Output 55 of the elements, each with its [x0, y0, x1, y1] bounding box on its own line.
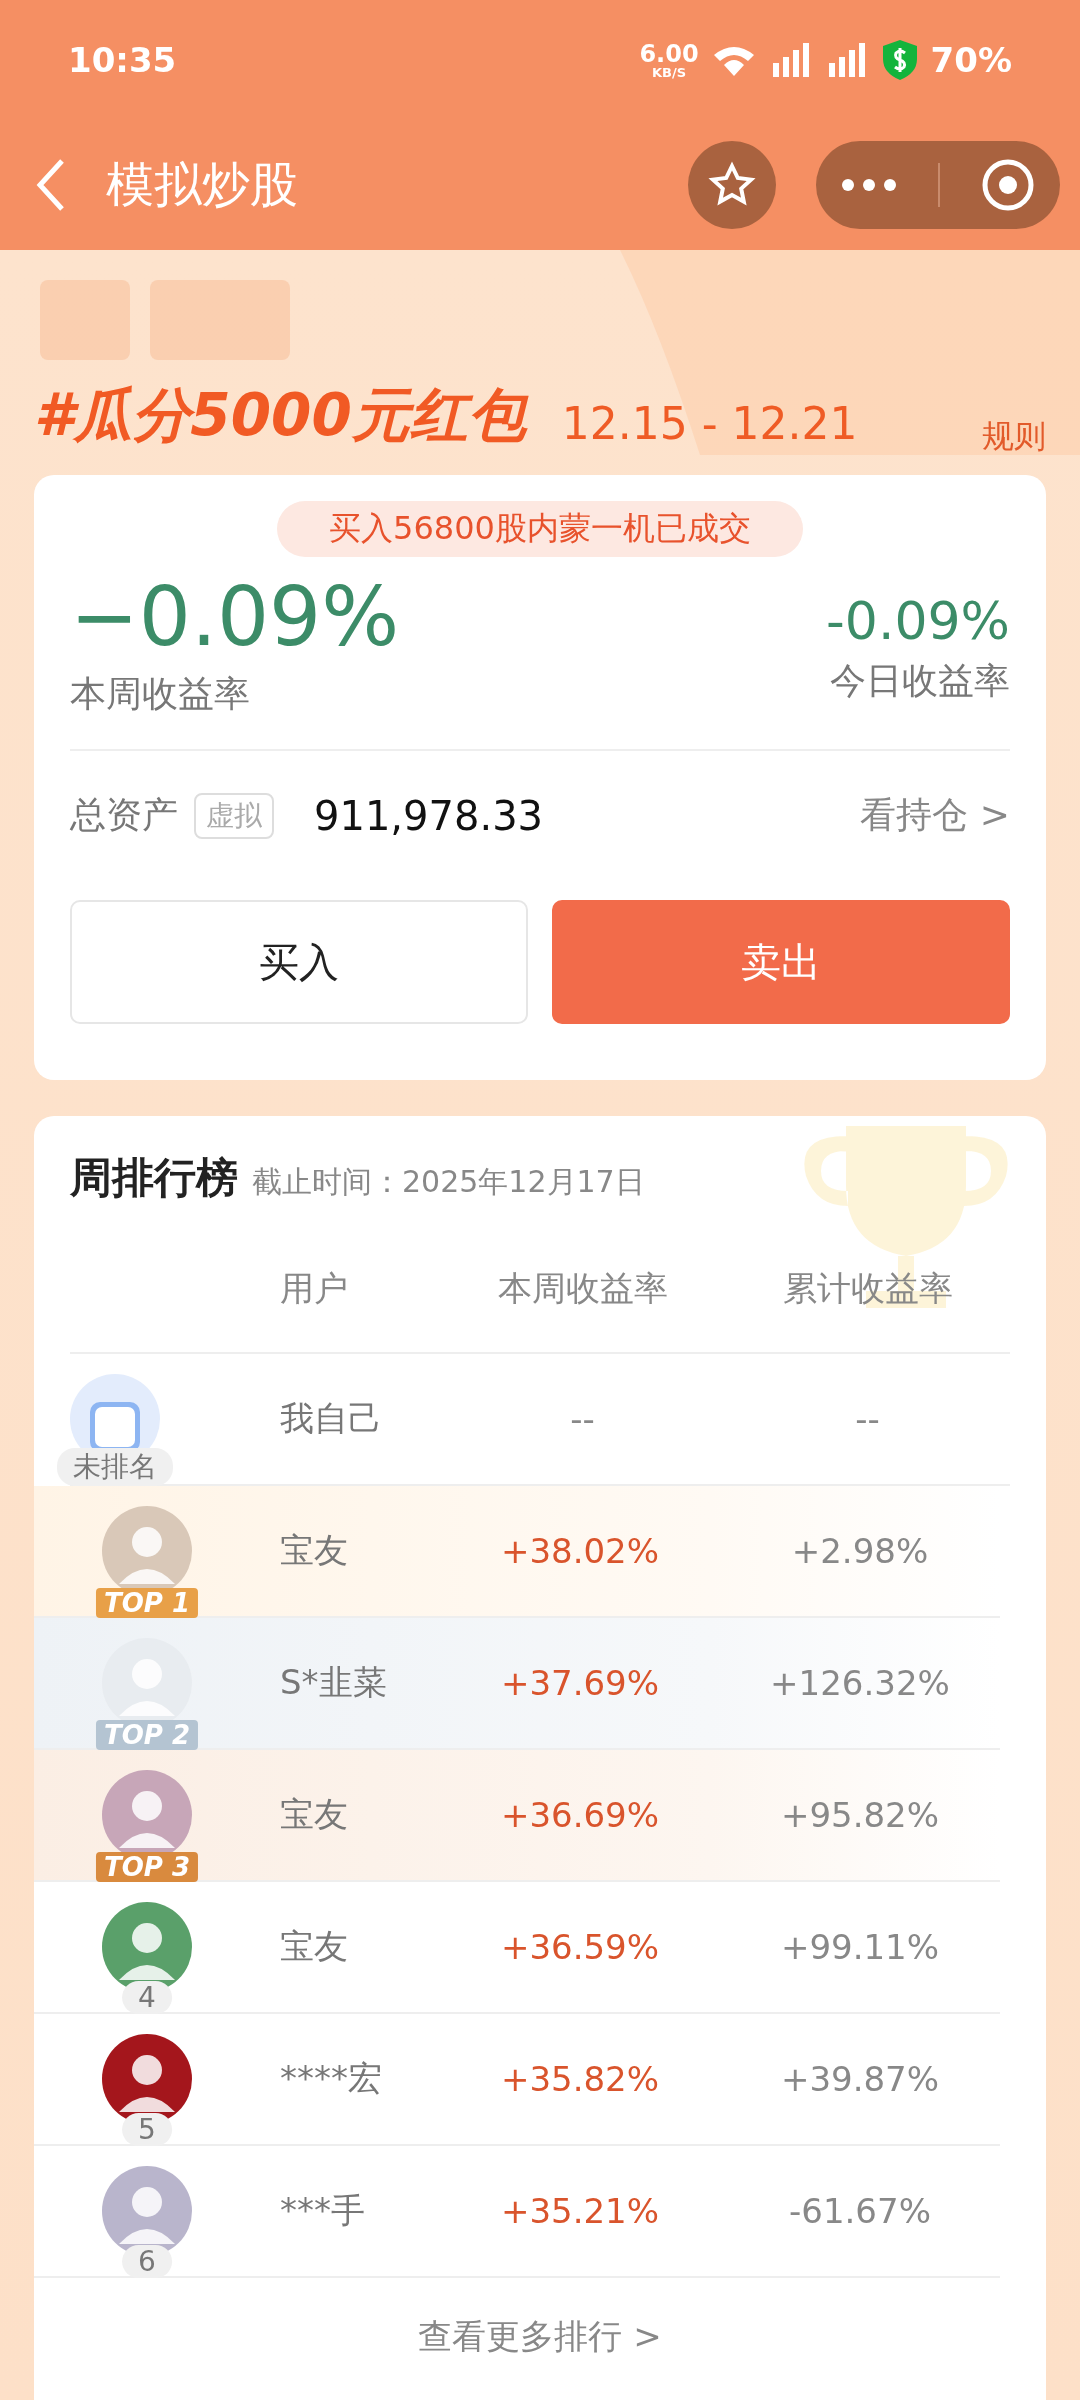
today-return-value: -0.09%: [826, 591, 1010, 651]
security-shield-icon: [880, 39, 919, 81]
rank-badge: 6: [122, 2245, 172, 2278]
total-assets-value: 911,978.33: [314, 792, 545, 839]
column-header: 本周收益率: [496, 1267, 669, 1310]
today-return-label: 今日收益率: [830, 659, 1010, 703]
buy-button[interactable]: 买入: [70, 900, 528, 1024]
total-return: +2.98%: [790, 1531, 930, 1571]
unranked-badge: 未排名: [57, 1448, 173, 1486]
holdings-link[interactable]: 看持仓 >: [860, 791, 1010, 840]
rank-badge: TOP 1: [96, 1588, 198, 1618]
week-return: +38.02%: [499, 1531, 661, 1571]
network-speed-unit: KB/S: [651, 65, 687, 79]
total-assets-label: 总资产: [70, 793, 178, 837]
week-return: +37.69%: [499, 1663, 661, 1703]
total-return: +39.87%: [779, 2059, 941, 2099]
cutoff-time: 截止时间：2025年12月17日: [252, 1163, 645, 1201]
total-return: --: [854, 1399, 881, 1439]
total-return: -61.67%: [788, 2191, 932, 2231]
week-return: +35.82%: [499, 2059, 661, 2099]
user-name: S*韭菜: [280, 1661, 388, 1704]
week-return: +36.69%: [499, 1795, 661, 1835]
status-time: 10:35: [68, 40, 177, 80]
week-return: --: [569, 1399, 596, 1439]
week-return-value: −0.09%: [70, 569, 400, 664]
ranking-title: 周排行榜: [70, 1152, 238, 1204]
trade-notice: 买入56800股内蒙一机已成交: [277, 501, 803, 557]
target-icon: [980, 158, 1035, 212]
more-icon: [841, 178, 898, 192]
user-name: ****宏: [280, 2057, 383, 2100]
user-name: ***手: [280, 2189, 366, 2232]
user-name: 宝友: [280, 1793, 349, 1836]
rules-link[interactable]: 规则: [982, 415, 1046, 459]
user-name: 宝友: [280, 1925, 349, 1968]
rank-badge: TOP 3: [96, 1852, 198, 1882]
battery-level: 70%: [930, 40, 1012, 80]
sell-button[interactable]: 卖出: [552, 900, 1010, 1024]
network-speed: 6.00: [639, 41, 699, 66]
page-title: 模拟炒股: [106, 155, 299, 214]
column-header: 累计收益率: [781, 1267, 954, 1310]
total-return: +126.32%: [769, 1663, 951, 1703]
column-header: 用户: [280, 1267, 349, 1310]
week-return: +35.21%: [499, 2191, 661, 2231]
week-return: +36.59%: [499, 1927, 661, 1967]
virtual-tag: 虚拟: [194, 792, 274, 839]
total-return: +99.11%: [779, 1927, 941, 1967]
more-ranking-link[interactable]: 查看更多排行 >: [34, 2278, 1046, 2396]
rank-badge: TOP 2: [96, 1720, 198, 1750]
user-name: 我自己: [280, 1397, 383, 1440]
rank-badge: 5: [122, 2113, 172, 2146]
campaign-dates: 12.15 - 12.21: [561, 398, 858, 449]
week-return-label: 本周收益率: [70, 672, 250, 716]
total-return: +95.82%: [779, 1795, 941, 1835]
user-name: 宝友: [280, 1529, 349, 1572]
rank-badge: 4: [122, 1981, 172, 2014]
